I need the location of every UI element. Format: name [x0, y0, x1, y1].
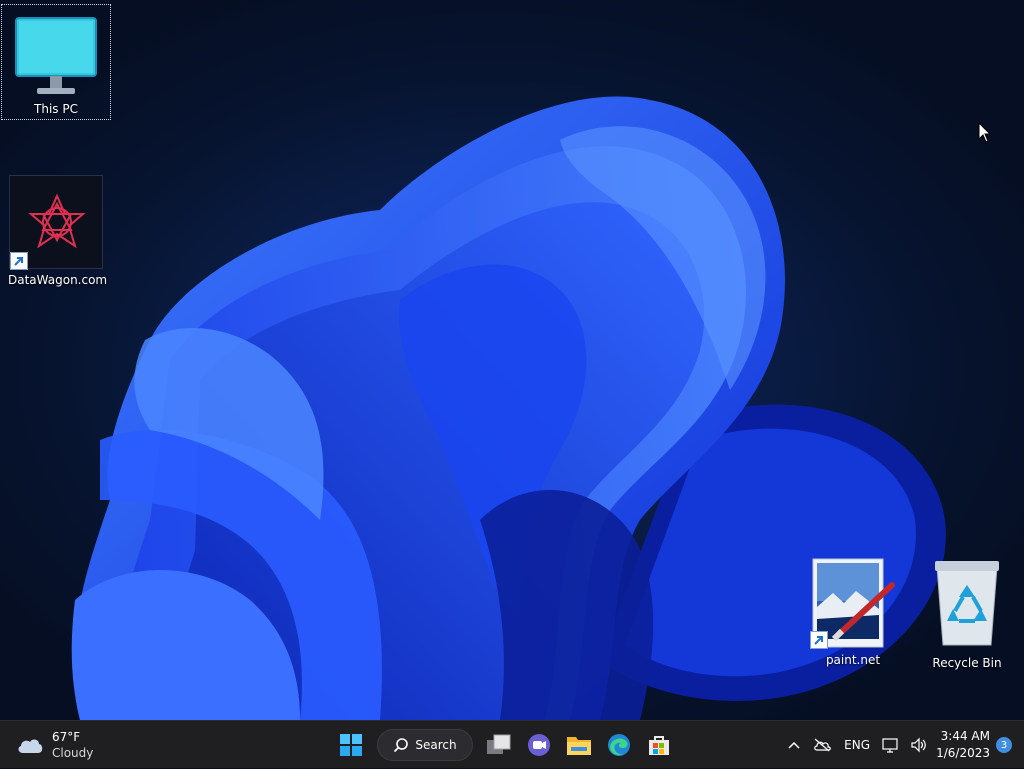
- desktop-icon-label: This PC: [34, 102, 78, 116]
- monitor-icon: [15, 17, 97, 94]
- onedrive-offline-icon: [814, 738, 831, 752]
- start-icon: [340, 734, 362, 756]
- file-explorer-button[interactable]: [561, 727, 597, 763]
- desktop-icon-recycle-bin[interactable]: Recycle Bin: [919, 557, 1015, 670]
- clock-date: 1/6/2023: [936, 746, 990, 760]
- network-button[interactable]: [880, 729, 902, 761]
- clock-time: 3:44 AM: [940, 729, 990, 743]
- mouse-cursor-icon: [978, 122, 992, 143]
- speaker-icon: [911, 737, 926, 753]
- system-tray: ENG 3:44 AM 1/6/2023 3: [784, 721, 1024, 769]
- edge-icon: [608, 734, 630, 756]
- teams-chat-button[interactable]: [521, 727, 557, 763]
- notification-badge[interactable]: 3: [996, 737, 1012, 753]
- volume-button[interactable]: [908, 729, 930, 761]
- desktop-icon-datawagon[interactable]: DataWagon.com: [8, 175, 108, 287]
- search-button[interactable]: Search: [377, 729, 473, 761]
- taskbar: 67°F Cloudy Search ENG 3:44 AM 1/6/2023 …: [0, 720, 1024, 768]
- file-explorer-icon: [567, 737, 591, 755]
- show-hidden-icons-button[interactable]: [784, 729, 804, 761]
- taskbar-apps: Search: [333, 727, 681, 763]
- language-indicator[interactable]: ENG: [840, 729, 874, 761]
- weather-widget[interactable]: 67°F Cloudy: [16, 728, 93, 762]
- clock[interactable]: 3:44 AM 1/6/2023: [936, 728, 990, 762]
- desktop-icon-this-pc[interactable]: This PC: [1, 4, 111, 120]
- shortcut-arrow-icon: [810, 631, 828, 649]
- desktop-icon-label: DataWagon.com: [8, 273, 108, 287]
- recycle-bin-icon: [935, 561, 999, 646]
- shortcut-arrow-icon: [10, 252, 28, 270]
- task-view-button[interactable]: [481, 727, 517, 763]
- desktop-icon-label: Recycle Bin: [932, 656, 1002, 670]
- desktop-icon-paintnet[interactable]: paint.net: [805, 557, 901, 667]
- search-icon: [394, 738, 409, 753]
- desktop-icon-label: paint.net: [825, 653, 881, 667]
- search-label: Search: [415, 738, 457, 752]
- onedrive-button[interactable]: [810, 729, 834, 761]
- notification-count: 3: [1000, 739, 1008, 751]
- teams-chat-icon: [528, 734, 550, 756]
- task-view-icon: [487, 734, 511, 754]
- language-label: ENG: [844, 738, 871, 752]
- microsoft-store-icon: [649, 736, 669, 755]
- cloud-icon: [18, 739, 43, 753]
- network-icon: [882, 738, 898, 753]
- weather-condition: Cloudy: [52, 746, 94, 760]
- datawagon-logo-icon: [28, 193, 86, 249]
- microsoft-store-button[interactable]: [641, 727, 677, 763]
- start-button[interactable]: [333, 727, 369, 763]
- chevron-up-icon: [788, 741, 800, 749]
- weather-temperature: 67°F: [52, 730, 81, 744]
- edge-button[interactable]: [601, 727, 637, 763]
